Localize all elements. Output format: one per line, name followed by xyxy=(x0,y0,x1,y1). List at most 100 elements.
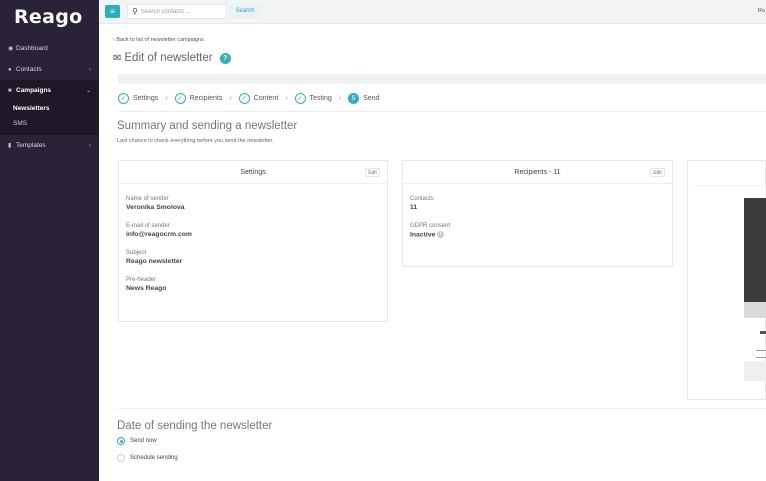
divider-bar xyxy=(118,74,766,84)
reago-logo[interactable]: Reago xyxy=(14,6,83,28)
back-link-label: Back to list of newsletter campaigns xyxy=(116,37,204,43)
step-label: Settings xyxy=(133,94,159,102)
contacts-field: Contacts 11 xyxy=(410,196,672,211)
field-label: Contacts xyxy=(410,196,434,202)
card-header: Recipients - 11 Edit xyxy=(403,161,672,184)
schedule-sending-radio[interactable] xyxy=(117,454,125,462)
envelope-icon: ✉ xyxy=(113,52,122,64)
edit-recipients-button[interactable]: Edit xyxy=(650,168,665,177)
info-icon[interactable]: i xyxy=(437,231,445,238)
step-number-badge: 5 xyxy=(348,92,360,104)
check-icon: ✓ xyxy=(238,92,250,104)
menu-toggle-button[interactable]: ≡ xyxy=(105,5,120,18)
card-header: Settings Edit xyxy=(119,161,387,184)
sidebar-item-contacts[interactable]: ● Contacts ‹ xyxy=(0,59,99,80)
field-value: Reago newsletter xyxy=(126,258,183,265)
sidebar-nav: ◉ Dashboard ● Contacts ‹ ■ Campaigns ⌄ N… xyxy=(0,38,99,156)
send-now-radio[interactable] xyxy=(117,437,125,445)
sender-email-field: E-mail of sender info@reagocrm.com xyxy=(126,223,387,238)
chevron-left-icon: ‹ xyxy=(89,66,91,73)
step-settings[interactable]: ✓ Settings › xyxy=(118,92,175,104)
user-menu[interactable]: Ro xyxy=(758,8,765,14)
sidebar-subitem-label: SMS xyxy=(13,120,28,127)
users-icon: ● xyxy=(8,66,12,73)
gdpr-value: Inactive xyxy=(410,231,436,239)
send-now-option[interactable]: Send now xyxy=(117,437,157,445)
preview-image xyxy=(744,198,766,302)
topbar: ≡ ⚲ Search Ro xyxy=(99,0,766,24)
search-button[interactable]: Search xyxy=(229,4,261,19)
sidebar-item-label: Campaigns xyxy=(16,87,52,94)
chevron-right-icon: › xyxy=(338,94,342,102)
step-send[interactable]: 5 Send xyxy=(348,92,380,104)
newsletter-preview-card xyxy=(687,160,766,400)
schedule-sending-option[interactable]: Schedule sending xyxy=(117,454,178,462)
template-icon: ▮ xyxy=(8,143,12,149)
check-icon: ✓ xyxy=(118,92,129,104)
edit-settings-button[interactable]: Edit xyxy=(365,168,380,177)
divider xyxy=(694,185,766,186)
search-icon: ⚲ xyxy=(132,7,138,16)
check-icon: ✓ xyxy=(294,92,306,104)
recipients-card: Recipients - 11 Edit Contacts 11 GDPR co… xyxy=(402,160,673,267)
pin-icon: ◉ xyxy=(8,46,14,52)
preview-text xyxy=(756,350,766,351)
wizard-steps: ✓ Settings › ✓ Recipients › ✓ Content › … xyxy=(118,90,379,106)
sidebar-item-label: Contacts xyxy=(16,66,42,73)
step-content[interactable]: ✓ Content › xyxy=(238,92,295,104)
divider xyxy=(118,408,766,409)
field-value: Veronika Smolova xyxy=(126,204,185,211)
field-value: 11 xyxy=(410,204,418,211)
check-icon: ✓ xyxy=(174,92,186,104)
radio-label: Send now xyxy=(130,438,157,444)
sidebar-item-dashboard[interactable]: ◉ Dashboard xyxy=(0,38,99,59)
campaign-icon: ■ xyxy=(8,87,12,94)
chevron-right-icon: › xyxy=(229,94,232,102)
preview-text xyxy=(756,357,766,358)
sidebar-item-label: Templates xyxy=(16,142,46,149)
sidebar-item-label: Dashboard xyxy=(16,45,48,52)
main-content: ‹ Back to list of newsletter campaigns ✉… xyxy=(99,24,766,481)
chevron-down-icon: ⌄ xyxy=(85,88,91,94)
subject-field: Subject Reago newsletter xyxy=(126,250,387,265)
field-label: Pre-header xyxy=(126,277,157,283)
step-label: Recipients xyxy=(189,94,223,102)
field-value: Inactive i xyxy=(410,231,672,238)
card-title: Settings xyxy=(240,169,266,176)
chevron-left-icon: ‹ xyxy=(89,142,91,149)
field-label: Subject xyxy=(126,250,147,256)
send-date-title: Date of sending the newsletter xyxy=(117,420,273,432)
field-label: Name of sender xyxy=(126,196,169,202)
sender-name-field: Name of sender Veronika Smolova xyxy=(126,196,387,211)
sidebar-subitem-label: Newsletters xyxy=(13,105,50,112)
preview-image xyxy=(744,302,766,318)
step-label: Testing xyxy=(309,94,332,102)
radio-label: Schedule sending xyxy=(130,455,178,461)
page-title: ✉ Edit of newsletter ? xyxy=(113,52,231,64)
preview-image xyxy=(744,361,766,381)
step-label: Send xyxy=(363,94,380,102)
field-label: E-mail of sender xyxy=(126,223,170,229)
chevron-right-icon: › xyxy=(165,94,168,102)
help-icon[interactable]: ? xyxy=(219,52,231,64)
divider xyxy=(118,111,766,112)
chevron-right-icon: › xyxy=(285,94,288,102)
gdpr-field: GDPR consent Inactive i xyxy=(410,223,672,238)
step-testing[interactable]: ✓ Testing › xyxy=(294,92,349,104)
sidebar-subitem-newsletters[interactable]: Newsletters xyxy=(0,101,99,116)
card-title: Recipients - 11 xyxy=(514,169,561,176)
page-title-text: Edit of newsletter xyxy=(124,52,213,64)
sidebar-subitem-sms[interactable]: SMS xyxy=(0,116,99,135)
hamburger-icon: ≡ xyxy=(110,7,115,16)
search-input[interactable] xyxy=(140,8,216,15)
search-box: ⚲ xyxy=(127,4,227,19)
field-label: GDPR consent xyxy=(410,223,451,229)
summary-title: Summary and sending a newsletter xyxy=(117,120,298,132)
sidebar-item-campaigns[interactable]: ■ Campaigns ⌄ xyxy=(0,80,99,101)
step-label: Content xyxy=(253,94,279,102)
sidebar-item-templates[interactable]: ▮ Templates ‹ xyxy=(0,135,99,156)
field-value: News Reago xyxy=(126,285,167,292)
preview-text xyxy=(760,331,766,334)
step-recipients[interactable]: ✓ Recipients › xyxy=(174,92,239,104)
back-link[interactable]: ‹ Back to list of newsletter campaigns xyxy=(113,37,204,43)
